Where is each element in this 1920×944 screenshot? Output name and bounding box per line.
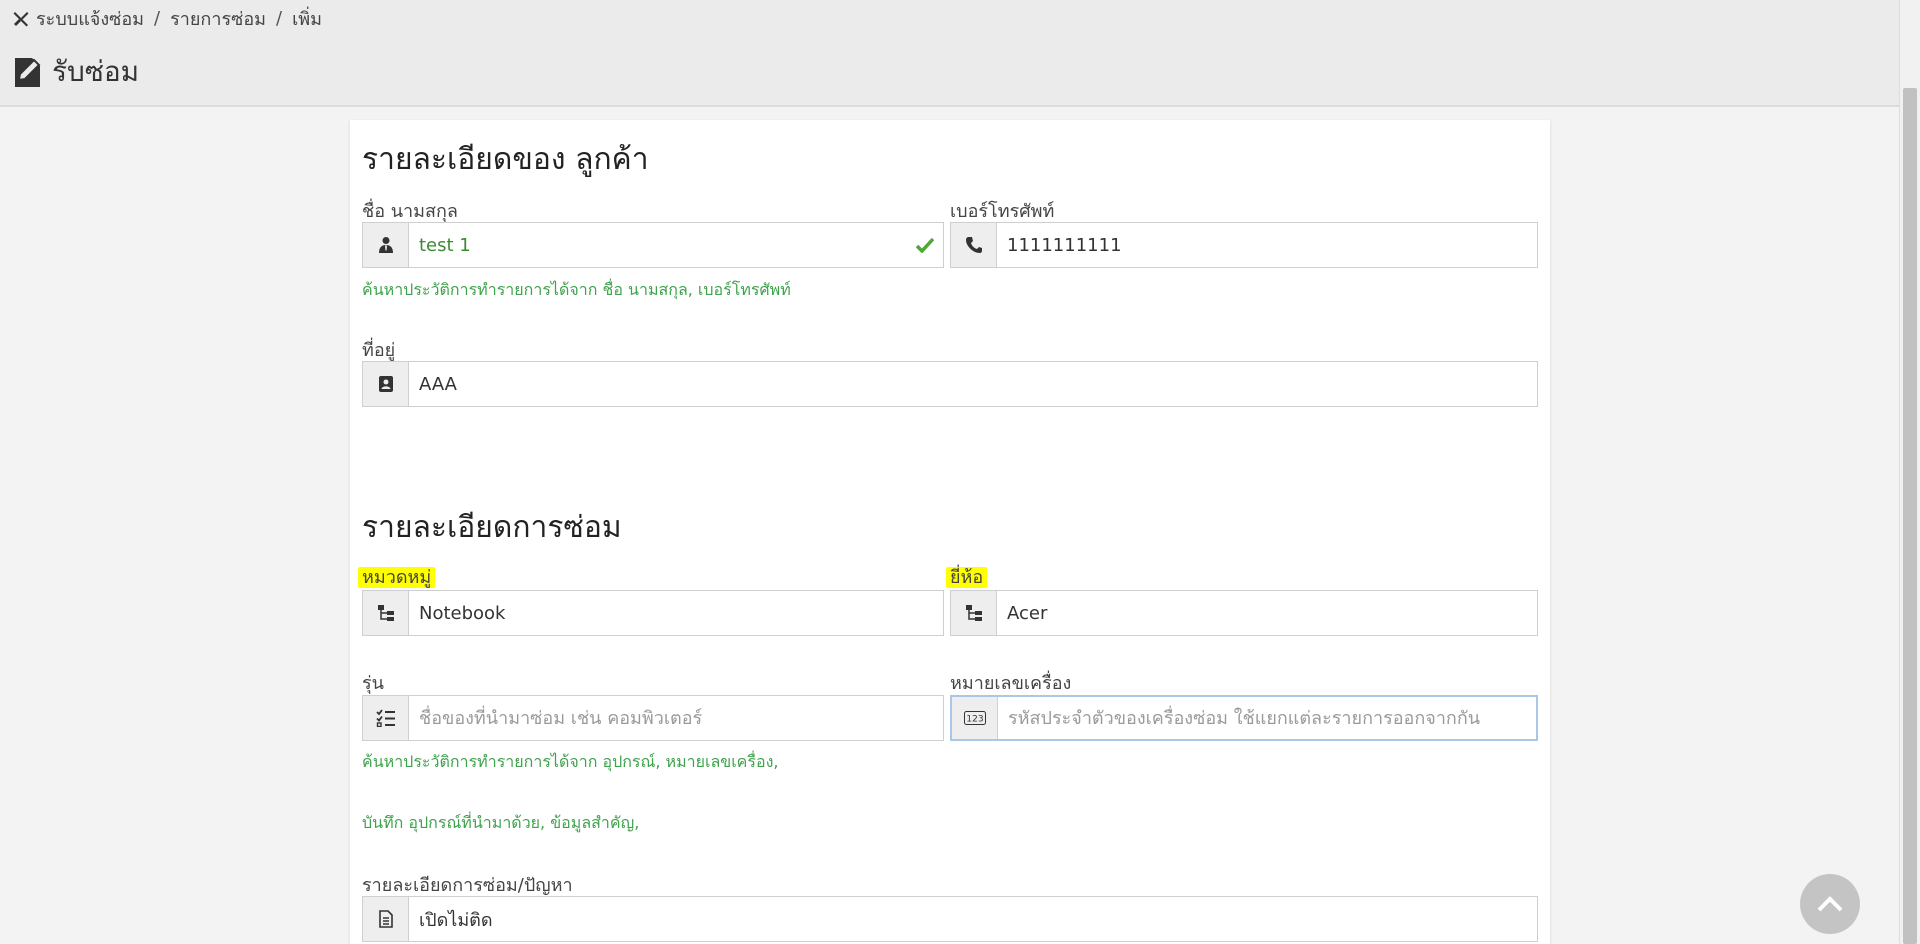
breadcrumb: ระบบแจ้งซ่อม / รายการซ่อม / เพิ่ม <box>12 4 322 33</box>
breadcrumb-separator: / <box>154 8 161 29</box>
name-input-group <box>362 222 944 268</box>
brand-input[interactable] <box>997 591 1537 635</box>
repair-section-heading: รายละเอียดการซ่อม <box>362 510 622 545</box>
brand-input-group <box>950 590 1538 636</box>
repair-form-card: รายละเอียดของ ลูกค้า ชื่อ นามสกุล เบอร์โ… <box>350 120 1550 944</box>
model-input-group <box>362 695 944 741</box>
check-icon <box>907 223 943 267</box>
problem-input-group <box>362 896 1538 942</box>
scroll-to-top-button[interactable] <box>1800 874 1860 934</box>
user-tie-icon <box>363 223 409 267</box>
category-label-text: หมวดหมู่ <box>358 567 436 588</box>
vertical-scrollbar[interactable] <box>1899 0 1920 944</box>
problem-label: รายละเอียดการซ่อม/ปัญหา <box>362 875 573 896</box>
brand-label: ยี่ห้อ <box>946 562 988 591</box>
serial-input-group: 123 <box>950 695 1538 741</box>
numbers-123-icon: 123 <box>952 697 998 739</box>
serial-number-input[interactable] <box>998 697 1536 739</box>
repair-search-hint: ค้นหาประวัติการทำรายการได้จาก อุปกรณ์, ห… <box>362 752 779 771</box>
tasks-icon <box>363 696 409 740</box>
phone-label: เบอร์โทรศัพท์ <box>950 201 1055 222</box>
breadcrumb-item-repairs[interactable]: รายการซ่อม <box>170 4 266 33</box>
problem-input[interactable] <box>409 897 1537 941</box>
address-input-group <box>362 361 1538 407</box>
address-input[interactable] <box>409 362 1537 406</box>
address-card-icon <box>363 362 409 406</box>
edit-document-icon <box>15 58 41 87</box>
breadcrumb-item-system[interactable]: ระบบแจ้งซ่อม <box>36 4 144 33</box>
customer-search-hint: ค้นหาประวัติการทำรายการได้จาก ชื่อ นามสก… <box>362 280 791 299</box>
category-label: หมวดหมู่ <box>358 562 436 591</box>
category-input[interactable] <box>409 591 943 635</box>
serial-label: หมายเลขเครื่อง <box>950 673 1072 694</box>
file-text-icon <box>363 897 409 941</box>
phone-input-group <box>950 222 1538 268</box>
model-label: รุ่น <box>362 673 384 694</box>
sitemap-icon <box>951 591 997 635</box>
phone-icon <box>951 223 997 267</box>
category-input-group <box>362 590 944 636</box>
address-label: ที่อยู่ <box>362 340 396 361</box>
page-title-text: รับซ่อม <box>52 55 140 88</box>
model-input[interactable] <box>409 696 943 740</box>
name-label: ชื่อ นามสกุล <box>362 201 458 222</box>
phone-input[interactable] <box>997 223 1537 267</box>
scrollbar-thumb[interactable] <box>1903 88 1917 944</box>
breadcrumb-separator: / <box>276 8 283 29</box>
breadcrumb-item-add: เพิ่ม <box>292 9 322 30</box>
page-title: รับซ่อม <box>12 50 139 94</box>
brand-label-text: ยี่ห้อ <box>946 567 988 588</box>
tools-icon <box>13 11 29 26</box>
svg-text:123: 123 <box>966 715 983 725</box>
repair-save-hint: บันทึก อุปกรณ์ที่นำมาด้วย, ข้อมูลสำคัญ, <box>362 813 640 832</box>
chevron-up-icon <box>1817 896 1843 912</box>
sitemap-icon <box>363 591 409 635</box>
header-bar: ระบบแจ้งซ่อม / รายการซ่อม / เพิ่ม รับซ่อ… <box>0 0 1900 107</box>
customer-name-input[interactable] <box>409 223 907 267</box>
customer-section-heading: รายละเอียดของ ลูกค้า <box>362 142 649 177</box>
